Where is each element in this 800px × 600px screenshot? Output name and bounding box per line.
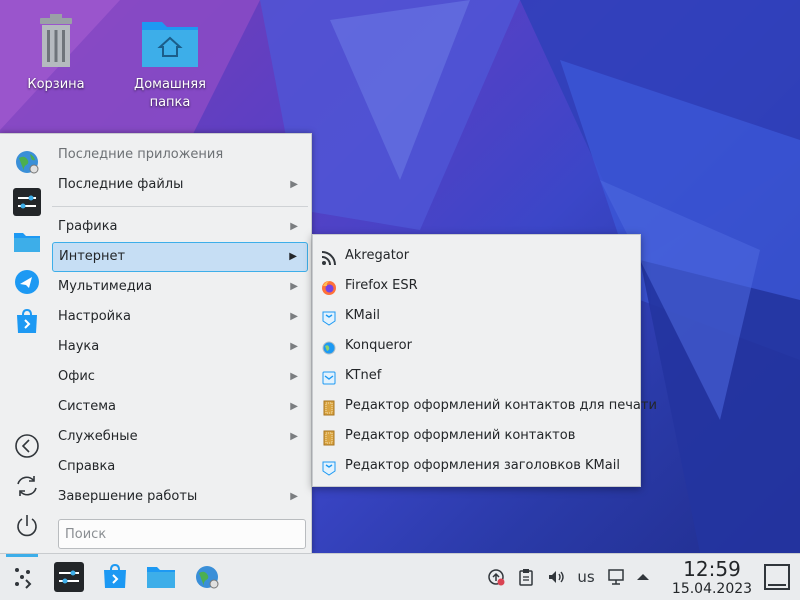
submenu-item-label: KTnef: [345, 368, 382, 383]
menu-item-label: Система: [58, 399, 117, 414]
menu-item-label: Офис: [58, 369, 95, 384]
menu-item-multimedia[interactable]: Мультимедиа ▶: [52, 272, 308, 302]
trash-icon: [26, 12, 86, 72]
menu-item-leave[interactable]: Завершение работы ▶: [52, 482, 308, 512]
taskbar-store-icon[interactable]: [100, 562, 130, 592]
application-launcher: Последние приложения Последние файлы ▶ Г…: [0, 133, 312, 553]
volume-icon[interactable]: [547, 568, 565, 586]
clock-date: 15.04.2023: [671, 581, 753, 597]
desktop-icon-label: Корзина: [27, 77, 85, 92]
chevron-right-icon: ▶: [290, 341, 298, 352]
updates-icon[interactable]: [487, 568, 505, 586]
taskbar: us 12:59 15.04.2023: [0, 553, 800, 600]
chevron-right-icon: ▶: [290, 401, 298, 412]
menu-item-label: Служебные: [58, 429, 138, 444]
restart-icon[interactable]: [13, 472, 41, 500]
submenu-item-label: Konqueror: [345, 338, 412, 353]
submenu-item-contact-theme-editor[interactable]: Редактор оформлений контактов: [313, 421, 640, 451]
menu-item-label: Графика: [58, 219, 118, 234]
submenu-item-kmail[interactable]: KMail: [313, 301, 640, 331]
chevron-right-icon: ▶: [290, 431, 298, 442]
desktop-icon-label: Домашняя папка: [134, 77, 206, 110]
menu-item-system[interactable]: Система ▶: [52, 392, 308, 422]
home-folder-icon: [140, 12, 200, 72]
menu-item-label: Наука: [58, 339, 100, 354]
system-settings-icon[interactable]: [13, 188, 41, 216]
menu-item-graphics[interactable]: Графика ▶: [52, 212, 308, 242]
menu-item-label: Последние файлы: [58, 177, 184, 192]
submenu-item-label: KMail: [345, 308, 380, 323]
taskbar-globe-settings-icon[interactable]: [192, 562, 222, 592]
network-icon[interactable]: [607, 568, 625, 586]
submenu-item-label: Редактор оформлений контактов: [345, 428, 576, 443]
ktnef-icon: [321, 368, 337, 385]
keyboard-layout-indicator[interactable]: us: [574, 568, 598, 586]
submenu-item-label: Редактор оформлений контактов для печати: [345, 398, 657, 413]
contact-theme-icon: [321, 428, 337, 446]
launcher-category-list: Последние приложения Последние файлы ▶ Г…: [52, 140, 308, 512]
taskbar-system-settings-icon[interactable]: [54, 562, 84, 592]
konqueror-icon: [321, 338, 337, 355]
menu-item-office[interactable]: Офис ▶: [52, 362, 308, 392]
menu-item-label: Последние приложения: [58, 147, 224, 162]
contact-print-theme-icon: [321, 398, 337, 416]
search-input[interactable]: [58, 519, 306, 549]
favorites-column: [0, 134, 52, 553]
menu-item-science[interactable]: Наука ▶: [52, 332, 308, 362]
store-icon[interactable]: [13, 308, 41, 336]
chevron-right-icon: ▶: [289, 251, 297, 262]
show-desktop-button[interactable]: [764, 564, 790, 590]
application-launcher-button[interactable]: [8, 562, 38, 592]
chevron-right-icon: ▶: [290, 179, 298, 190]
submenu-item-firefox[interactable]: Firefox ESR: [313, 271, 640, 301]
chevron-right-icon: ▶: [290, 311, 298, 322]
discover-icon[interactable]: [13, 268, 41, 296]
submenu-item-kmail-header-theme-editor[interactable]: Редактор оформления заголовков KMail: [313, 451, 640, 481]
kmail-header-theme-icon: [321, 458, 337, 476]
chevron-right-icon: ▶: [290, 281, 298, 292]
logout-icon[interactable]: [13, 432, 41, 460]
chevron-right-icon: ▶: [290, 221, 298, 232]
chevron-right-icon: ▶: [290, 371, 298, 382]
folder-icon[interactable]: [13, 228, 41, 256]
menu-item-help[interactable]: Справка: [52, 452, 308, 482]
submenu-item-label: Редактор оформления заголовков KMail: [345, 458, 620, 473]
rss-icon: [321, 248, 337, 266]
menu-item-internet[interactable]: Интернет ▶: [52, 242, 308, 272]
shutdown-icon[interactable]: [13, 512, 41, 540]
submenu-item-label: Firefox ESR: [345, 278, 418, 293]
menu-item-utilities[interactable]: Служебные ▶: [52, 422, 308, 452]
submenu-item-akregator[interactable]: Akregator: [313, 241, 640, 271]
menu-item-settings[interactable]: Настройка ▶: [52, 302, 308, 332]
menu-item-recent-files[interactable]: Последние файлы ▶: [52, 170, 308, 200]
submenu-item-contact-print-theme-editor[interactable]: Редактор оформлений контактов для печати: [313, 391, 657, 421]
menu-item-label: Интернет: [59, 249, 126, 264]
submenu-item-ktnef[interactable]: KTnef: [313, 361, 640, 391]
tray-expand-icon[interactable]: [634, 568, 652, 586]
submenu-item-label: Akregator: [345, 248, 410, 263]
taskbar-folder-icon[interactable]: [146, 562, 176, 592]
menu-separator: [52, 206, 308, 207]
clock-time: 12:59: [683, 557, 741, 581]
internet-submenu: Akregator Firefox ESR KMail Konqueror KT…: [312, 234, 657, 487]
clipboard-icon[interactable]: [517, 568, 535, 586]
firefox-icon: [321, 278, 337, 295]
menu-item-label: Справка: [58, 459, 116, 474]
desktop-icon-home[interactable]: Домашняя папка: [122, 12, 218, 112]
submenu-item-konqueror[interactable]: Konqueror: [313, 331, 640, 361]
menu-item-label: Завершение работы: [58, 489, 198, 504]
kmail-icon: [321, 308, 337, 326]
menu-item-recent-apps[interactable]: Последние приложения: [52, 140, 308, 170]
menu-item-label: Мультимедиа: [58, 279, 153, 294]
chevron-right-icon: ▶: [290, 491, 298, 502]
digital-clock[interactable]: 12:59 15.04.2023: [662, 558, 762, 598]
menu-item-label: Настройка: [58, 309, 131, 324]
globe-settings-icon[interactable]: [13, 148, 41, 176]
desktop-icon-trash[interactable]: Корзина: [8, 12, 104, 94]
launcher-active-indicator: [6, 554, 38, 557]
